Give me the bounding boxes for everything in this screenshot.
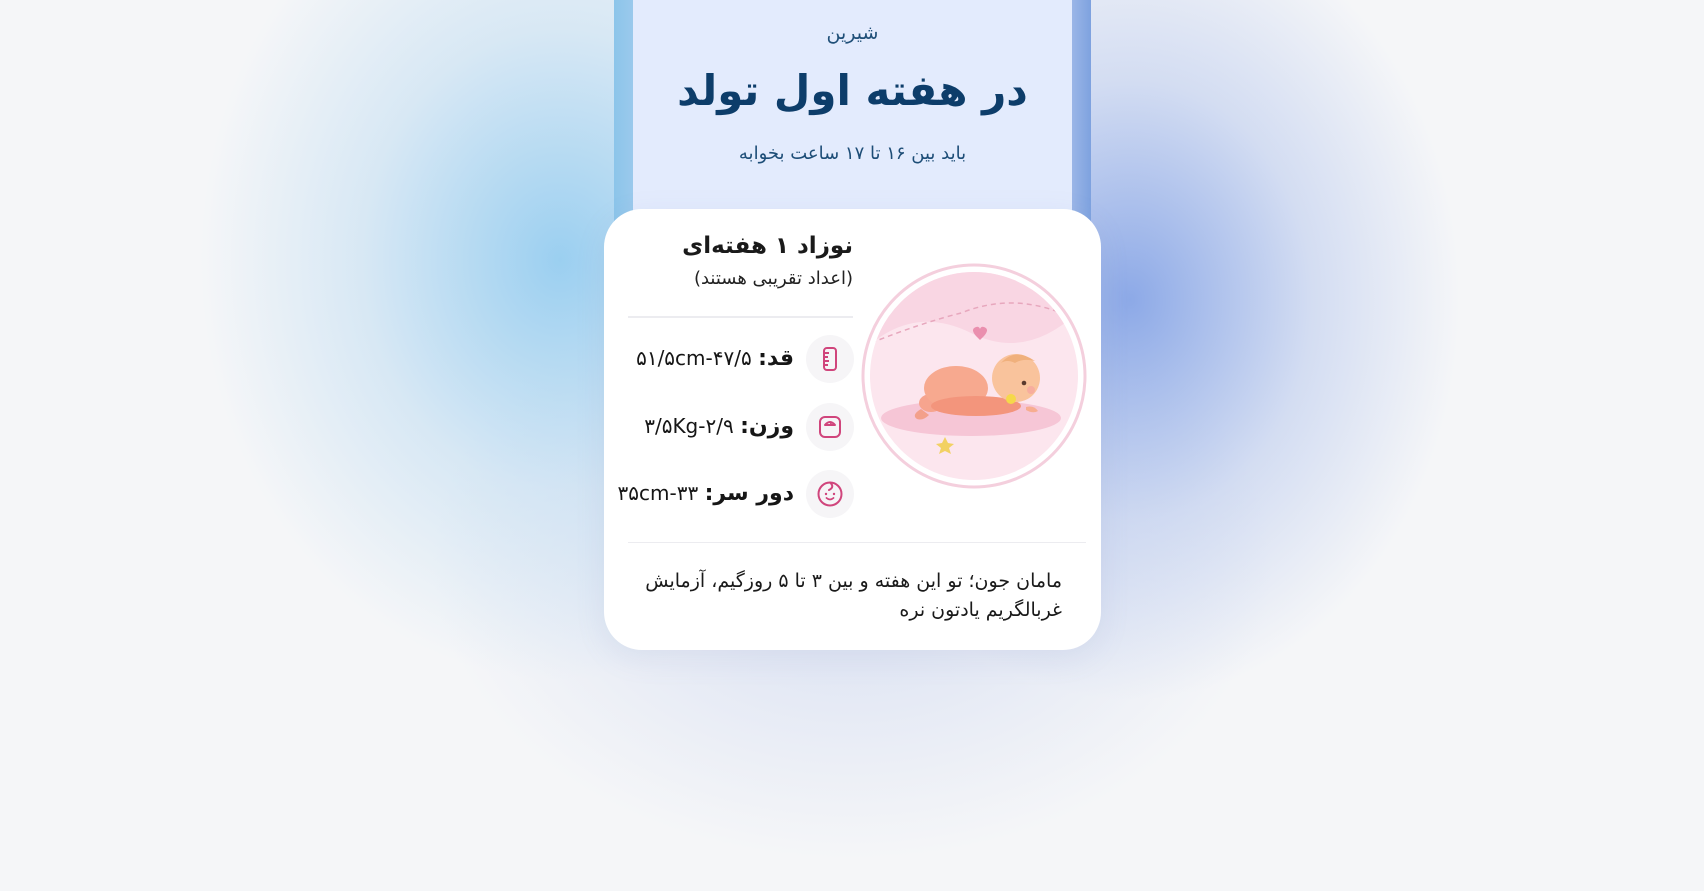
baby-head-icon bbox=[806, 470, 854, 518]
stat-head-circumference: دور سر: ۳۳-۳۵cm bbox=[618, 481, 794, 506]
scale-icon bbox=[806, 403, 854, 451]
stat-weight: وزن: ۲/۹-۳/۵Kg bbox=[644, 414, 794, 439]
brand-name: شیرین bbox=[826, 22, 879, 44]
sleep-subtitle: باید بین ۱۶ تا ۱۷ ساعت بخوابه bbox=[738, 143, 967, 164]
stat-value: ۳۳-۳۵cm bbox=[617, 481, 699, 505]
screening-reminder-text: مامان جون؛ تو این هفته و بین ۳ تا ۵ روزگ… bbox=[645, 570, 1062, 621]
stat-height: قد: ۴۷/۵-۵۱/۵cm bbox=[636, 346, 794, 371]
card-title: نوزاد ۱ هفته‌ای bbox=[682, 233, 853, 259]
stat-label: وزن: bbox=[740, 414, 794, 439]
stat-row-weight: وزن: ۲/۹-۳/۵Kg bbox=[628, 403, 854, 451]
baby-illustration bbox=[861, 263, 1087, 489]
ruler-icon bbox=[806, 335, 854, 383]
approximate-note: (اعداد تقریبی هستند) bbox=[693, 268, 853, 289]
divider bbox=[628, 316, 853, 318]
header-panel: شیرین در هفته اول تولد باید بین ۱۶ تا ۱۷… bbox=[633, 0, 1072, 215]
stat-value: ۴۷/۵-۵۱/۵cm bbox=[636, 346, 752, 370]
divider bbox=[628, 542, 1086, 543]
page-title: در هفته اول تولد bbox=[677, 66, 1028, 115]
stat-label: دور سر: bbox=[704, 481, 794, 506]
stat-value: ۲/۹-۳/۵Kg bbox=[644, 414, 734, 438]
stat-row-head: دور سر: ۳۳-۳۵cm bbox=[618, 470, 854, 518]
baby-info-card: نوزاد ۱ هفته‌ای (اعداد تقریبی هستند) قد:… bbox=[604, 209, 1101, 650]
stat-row-height: قد: ۴۷/۵-۵۱/۵cm bbox=[628, 335, 854, 383]
stat-label: قد: bbox=[758, 346, 794, 371]
